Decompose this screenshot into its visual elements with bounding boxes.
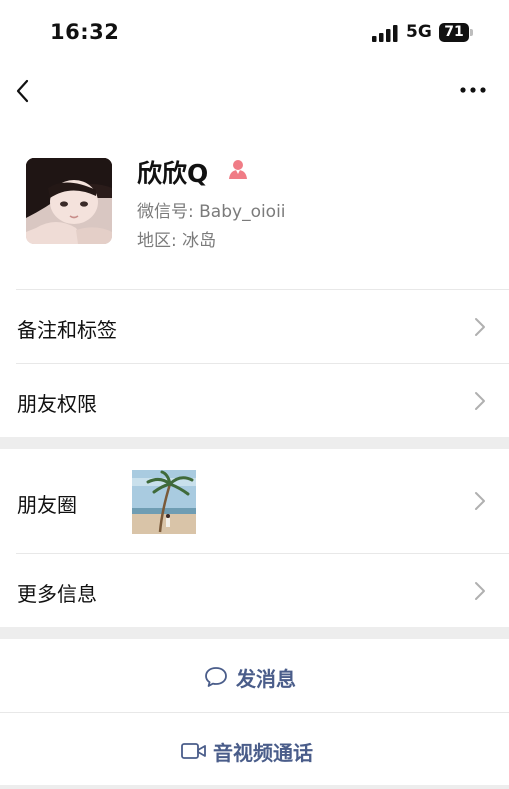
chevron-right-icon <box>475 492 485 510</box>
region: 地区: 冰岛 <box>137 231 217 251</box>
status-time: 16:32 <box>50 20 120 44</box>
network-type: 5G <box>406 22 432 42</box>
back-icon[interactable] <box>12 76 34 106</box>
section-separator <box>0 627 509 639</box>
nickname: 欣欣Q <box>137 159 209 188</box>
send-message-label: 发消息 <box>236 667 296 691</box>
contact-person-icon <box>229 160 247 179</box>
status-bar: 16:32 5G 71 <box>0 0 509 66</box>
chevron-right-icon <box>475 318 485 336</box>
menu-more-info[interactable]: 更多信息 <box>0 554 509 627</box>
bottom-separator <box>0 785 509 789</box>
avatar[interactable] <box>26 158 112 244</box>
menu-remark-tags[interactable]: 备注和标签 <box>0 290 509 363</box>
wechat-id: 微信号: Baby_oioii <box>137 202 286 222</box>
more-icon[interactable] <box>458 82 488 98</box>
menu-label: 更多信息 <box>17 582 97 606</box>
menu-label: 朋友圈 <box>17 493 77 517</box>
battery-icon: 71 <box>439 23 473 42</box>
voice-video-call-label: 音视频通话 <box>213 741 313 765</box>
menu-friend-permissions[interactable]: 朋友权限 <box>0 364 509 437</box>
battery-level: 71 <box>439 23 469 42</box>
chat-bubble-icon <box>205 667 227 687</box>
signal-icon <box>372 25 398 42</box>
chevron-right-icon <box>475 582 485 600</box>
profile-header: 欣欣Q 微信号: Baby_oioii 地区: 冰岛 <box>0 158 509 251</box>
divider <box>0 712 509 713</box>
voice-video-call-button[interactable]: 音视频通话 <box>0 720 509 780</box>
menu-label: 备注和标签 <box>17 318 117 342</box>
moments-thumbnail[interactable] <box>132 470 196 534</box>
menu-moments[interactable]: 朋友圈 <box>0 449 509 553</box>
video-camera-icon <box>181 743 206 759</box>
menu-label: 朋友权限 <box>17 392 97 416</box>
chevron-right-icon <box>475 392 485 410</box>
send-message-button[interactable]: 发消息 <box>0 646 509 706</box>
section-separator <box>0 437 509 449</box>
nav-bar <box>0 66 509 116</box>
